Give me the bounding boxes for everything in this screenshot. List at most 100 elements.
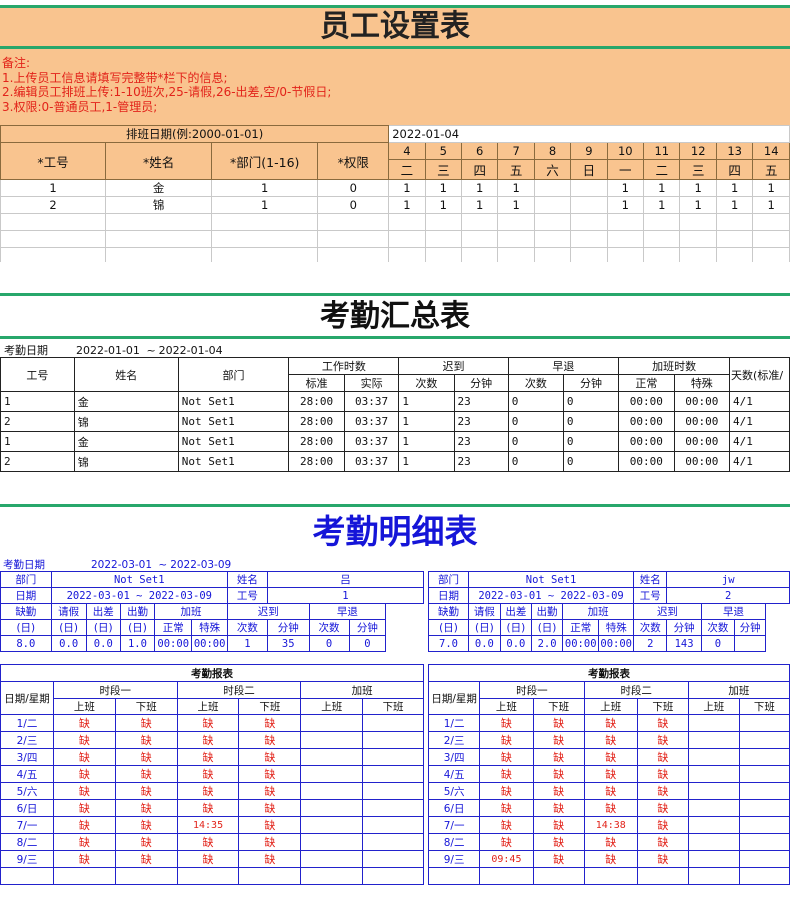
late-label: 迟到	[633, 603, 702, 620]
empty-cell[interactable]	[317, 247, 390, 262]
employee-dept-cell[interactable]: 1	[211, 179, 319, 197]
summary-header-id: 工号	[0, 357, 75, 392]
empty-cell[interactable]	[0, 247, 107, 262]
empty-cell[interactable]	[643, 230, 681, 248]
report-empty-cell	[687, 833, 740, 851]
empty-cell[interactable]	[643, 247, 681, 262]
shift-cell[interactable]: 1	[715, 179, 754, 197]
empty-cell[interactable]	[679, 230, 717, 248]
report-row: 6/日缺缺缺缺	[428, 799, 790, 817]
empty-cell[interactable]	[461, 213, 499, 231]
empty-cell[interactable]	[606, 213, 645, 231]
empty-cell[interactable]	[533, 230, 572, 248]
shift-cell[interactable]: 1	[461, 179, 499, 197]
stat-value: 0	[308, 635, 350, 652]
summary-late-count-cell: 1	[398, 411, 455, 432]
employee-id-cell[interactable]: 2	[0, 196, 107, 214]
shift-cell[interactable]: 1	[388, 179, 426, 197]
off-duty-header: 下班	[532, 698, 585, 715]
report-status-cell: 缺	[583, 782, 638, 800]
weekday-label: 四	[461, 159, 499, 180]
employee-name-cell[interactable]: 锦	[105, 196, 213, 214]
employee-permission-cell[interactable]: 0	[317, 196, 390, 214]
empty-cell[interactable]	[679, 213, 717, 231]
sub-header-count: 次数	[308, 619, 350, 636]
empty-cell[interactable]	[388, 230, 426, 248]
empty-cell[interactable]	[606, 247, 645, 262]
date-range-value: 2022-03-01 ~ 2022-03-09	[50, 587, 228, 604]
shift-cell[interactable]: 1	[497, 179, 535, 197]
schedule-date-value[interactable]: 2022-01-04	[388, 125, 790, 143]
employee-permission-cell[interactable]: 0	[317, 179, 390, 197]
shift-cell[interactable]: 1	[679, 179, 717, 197]
empty-cell[interactable]	[424, 230, 463, 248]
employee-name-cell[interactable]: 金	[105, 179, 213, 197]
shift-cell[interactable]: 1	[752, 196, 790, 214]
summary-ot-special-cell: 00:00	[673, 431, 731, 452]
empty-cell[interactable]	[533, 213, 572, 231]
summary-header-work-hours: 工作时数	[288, 357, 400, 375]
empty-cell[interactable]	[461, 247, 499, 262]
shift-cell[interactable]	[570, 179, 608, 197]
empty-cell[interactable]	[715, 230, 754, 248]
employee-dept-cell[interactable]: 1	[211, 196, 319, 214]
empty-cell[interactable]	[715, 213, 754, 231]
empty-cell[interactable]	[105, 213, 213, 231]
empty-cell[interactable]	[497, 230, 535, 248]
shift-cell[interactable]: 1	[715, 196, 754, 214]
shift-cell[interactable]: 1	[643, 179, 681, 197]
empty-cell[interactable]	[211, 247, 319, 262]
empty-cell[interactable]	[424, 213, 463, 231]
shift-cell[interactable]: 1	[497, 196, 535, 214]
empty-cell[interactable]	[388, 247, 426, 262]
empty-cell[interactable]	[497, 247, 535, 262]
empty-cell[interactable]	[461, 230, 499, 248]
empty-cell[interactable]	[0, 230, 107, 248]
report-empty-cell	[738, 748, 790, 766]
shift-cell[interactable]: 1	[606, 179, 645, 197]
shift-cell[interactable]: 1	[752, 179, 790, 197]
empty-cell[interactable]	[752, 247, 790, 262]
shift-cell[interactable]: 1	[461, 196, 499, 214]
empty-cell[interactable]	[0, 213, 107, 231]
empty-cell[interactable]	[643, 213, 681, 231]
empty-cell[interactable]	[752, 230, 790, 248]
empty-cell[interactable]	[105, 247, 213, 262]
empty-cell[interactable]	[679, 247, 717, 262]
empty-cell[interactable]	[211, 213, 319, 231]
empty-cell[interactable]	[752, 213, 790, 231]
empty-cell[interactable]	[424, 247, 463, 262]
report-status-cell: 缺	[479, 799, 534, 817]
empty-cell[interactable]	[715, 247, 754, 262]
shift-cell[interactable]	[533, 196, 572, 214]
report-status-cell: 缺	[479, 833, 534, 851]
empty-cell[interactable]	[317, 230, 390, 248]
shift-cell[interactable]: 1	[606, 196, 645, 214]
empty-cell[interactable]	[570, 230, 608, 248]
report-status-cell: 缺	[583, 714, 638, 732]
employee-id-value: 1	[266, 587, 425, 604]
empty-cell[interactable]	[211, 230, 319, 248]
summary-dept-cell: Not Set1	[177, 411, 290, 432]
shift-cell[interactable]	[533, 179, 572, 197]
empty-cell[interactable]	[606, 230, 645, 248]
shift-cell[interactable]: 1	[643, 196, 681, 214]
summary-ot-special-cell: 00:00	[673, 391, 731, 412]
shift-cell[interactable]: 1	[388, 196, 426, 214]
empty-cell[interactable]	[570, 213, 608, 231]
summary-header-actual: 实际	[343, 374, 400, 392]
report-status-cell: 缺	[238, 799, 302, 817]
shift-cell[interactable]: 1	[679, 196, 717, 214]
shift-cell[interactable]: 1	[424, 179, 463, 197]
employee-id-cell[interactable]: 1	[0, 179, 107, 197]
empty-cell[interactable]	[497, 213, 535, 231]
empty-cell[interactable]	[533, 247, 572, 262]
empty-cell[interactable]	[105, 230, 213, 248]
report-status-cell: 缺	[238, 714, 302, 732]
empty-cell[interactable]	[570, 247, 608, 262]
empty-cell[interactable]	[317, 213, 390, 231]
shift-cell[interactable]: 1	[424, 196, 463, 214]
summary-header-ot-special: 特殊	[673, 374, 731, 392]
empty-cell[interactable]	[388, 213, 426, 231]
shift-cell[interactable]	[570, 196, 608, 214]
